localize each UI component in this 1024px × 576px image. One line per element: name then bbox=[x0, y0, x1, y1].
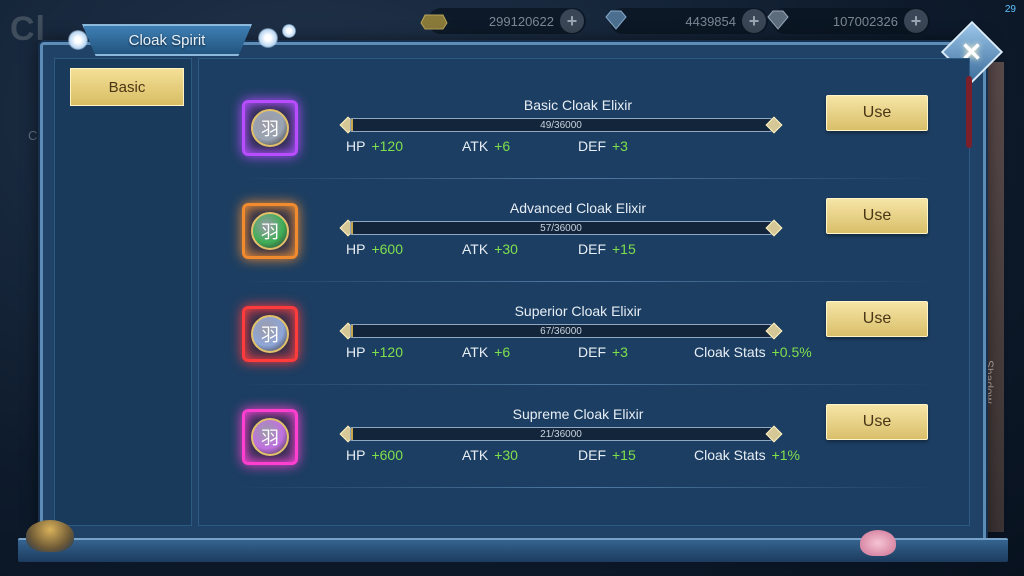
stat-def: DEF +15 bbox=[578, 241, 636, 257]
advanced-cloak-elixir-icon[interactable]: 羽 bbox=[242, 203, 298, 259]
elixir-orb-icon: 羽 bbox=[251, 315, 289, 353]
progress-text: 67/36000 bbox=[540, 326, 582, 337]
stat-def: DEF +15 bbox=[578, 447, 636, 463]
supreme-cloak-elixir-icon[interactable]: 羽 bbox=[242, 409, 298, 465]
currency-diamond-value: 4439854 bbox=[685, 13, 736, 29]
elixir-orb-icon: 羽 bbox=[251, 212, 289, 250]
elixir-row-superior: 羽 Superior Cloak Elixir 67/36000 HP +120 … bbox=[236, 282, 936, 385]
elixir-name: Superior Cloak Elixir bbox=[514, 303, 642, 319]
use-button[interactable]: Use bbox=[826, 404, 928, 440]
fps-counter: 29 bbox=[1004, 4, 1016, 15]
progress-text: 49/36000 bbox=[540, 120, 582, 131]
use-button[interactable]: Use bbox=[826, 301, 928, 337]
list-scrollbar[interactable] bbox=[966, 76, 972, 148]
elixir-progress-bar: 21/36000 bbox=[339, 425, 783, 443]
stat-atk: ATK +6 bbox=[462, 138, 511, 154]
elixir-progress-bar: 49/36000 bbox=[339, 116, 783, 134]
progress-text: 21/36000 bbox=[540, 429, 582, 440]
stat-cloak-stats: Cloak Stats +0.5% bbox=[694, 344, 812, 360]
panel-title: Cloak Spirit bbox=[82, 24, 252, 56]
elixir-progress-bar: 67/36000 bbox=[339, 322, 783, 340]
stat-hp: HP +600 bbox=[346, 241, 403, 257]
incense-censer-icon bbox=[26, 520, 74, 552]
elixir-row-advanced: 羽 Advanced Cloak Elixir 57/36000 HP +600 … bbox=[236, 179, 936, 282]
currency-gold-value: 299120622 bbox=[488, 13, 554, 29]
currency-gold: 299120622 + bbox=[420, 8, 586, 34]
flower-decoration-icon bbox=[68, 30, 88, 50]
elixir-row-basic: 羽 Basic Cloak Elixir 49/36000 HP +120 ATK… bbox=[236, 76, 936, 179]
diamond-icon bbox=[600, 5, 632, 35]
basic-cloak-elixir-icon[interactable]: 羽 bbox=[242, 100, 298, 156]
lotus-flower-icon bbox=[860, 530, 896, 556]
elixir-name: Basic Cloak Elixir bbox=[523, 97, 633, 113]
stat-hp: HP +120 bbox=[346, 344, 403, 360]
use-button[interactable]: Use bbox=[826, 95, 928, 131]
currency-gold-plus-button[interactable]: + bbox=[560, 9, 584, 33]
bound-diamond-icon bbox=[762, 5, 794, 35]
flower-decoration-icon bbox=[282, 24, 296, 38]
use-button[interactable]: Use bbox=[826, 198, 928, 234]
elixir-name: Advanced Cloak Elixir bbox=[509, 200, 647, 216]
elixir-orb-icon: 羽 bbox=[251, 109, 289, 147]
flower-decoration-icon bbox=[258, 28, 278, 48]
gold-ingot-icon bbox=[418, 5, 450, 35]
currency-diamond: 4439854 + bbox=[605, 8, 768, 34]
currency-bound-diamond: 107002326 + bbox=[767, 8, 930, 34]
tab-basic[interactable]: Basic bbox=[70, 68, 184, 106]
category-sidebar bbox=[54, 58, 192, 526]
elixir-name: Supreme Cloak Elixir bbox=[512, 406, 644, 422]
stat-hp: HP +120 bbox=[346, 138, 403, 154]
elixir-row-supreme: 羽 Supreme Cloak Elixir 21/36000 HP +600 A… bbox=[236, 385, 936, 488]
currency-bound-diamond-plus-button[interactable]: + bbox=[904, 9, 928, 33]
stat-hp: HP +600 bbox=[346, 447, 403, 463]
stat-def: DEF +3 bbox=[578, 344, 628, 360]
stat-cloak-stats: Cloak Stats +1% bbox=[694, 447, 801, 463]
stat-atk: ATK +30 bbox=[462, 241, 518, 257]
row-divider bbox=[236, 487, 936, 488]
stat-def: DEF +3 bbox=[578, 138, 628, 154]
elixir-progress-bar: 57/36000 bbox=[339, 219, 783, 237]
stat-atk: ATK +30 bbox=[462, 447, 518, 463]
currency-bound-diamond-value: 107002326 bbox=[832, 13, 898, 29]
elixir-orb-icon: 羽 bbox=[251, 418, 289, 456]
superior-cloak-elixir-icon[interactable]: 羽 bbox=[242, 306, 298, 362]
stat-atk: ATK +6 bbox=[462, 344, 511, 360]
progress-text: 57/36000 bbox=[540, 223, 582, 234]
